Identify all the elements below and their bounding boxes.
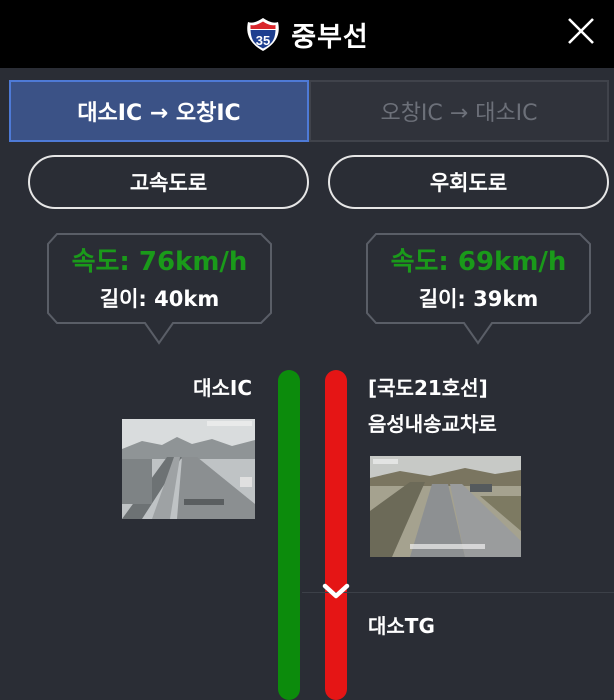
highway-button[interactable]: 고속도로	[28, 155, 309, 209]
title-group: 35 중부선	[0, 0, 614, 68]
tollgate-label: 대소TG	[368, 614, 435, 638]
highway-speed: 속도: 76km/h	[71, 247, 248, 277]
detour-info-bubble: 속도: 69km/h 길이: 39km	[366, 233, 591, 345]
highway-traffic-bar	[278, 370, 300, 700]
highway-cctv-thumbnail[interactable]	[122, 419, 255, 519]
start-ic-label: 대소IC	[193, 376, 252, 400]
detour-speed: 속도: 69km/h	[390, 247, 567, 277]
detour-point-name: 음성내송교차로	[368, 412, 497, 436]
close-icon	[568, 18, 594, 44]
cctv-image	[370, 456, 521, 557]
direction-tabs: 대소IC → 오창IC 오창IC → 대소IC	[9, 80, 609, 142]
tab-direction-reverse[interactable]: 오창IC → 대소IC	[309, 80, 609, 142]
detour-cctv-thumbnail[interactable]	[370, 456, 521, 557]
shield-route-number: 35	[256, 33, 270, 48]
cctv-image	[122, 419, 255, 519]
top-bar: 35 중부선	[0, 0, 614, 68]
highway-info-bubble: 속도: 76km/h 길이: 40km	[47, 233, 272, 345]
close-button[interactable]	[566, 16, 596, 46]
highway-length: 길이: 40km	[99, 287, 220, 311]
detour-route-name: [국도21호선]	[368, 376, 488, 400]
detour-traffic-bar	[325, 370, 347, 700]
detour-length: 길이: 39km	[418, 287, 539, 311]
chevron-down-icon[interactable]	[321, 578, 351, 606]
tab-direction-forward[interactable]: 대소IC → 오창IC	[9, 80, 309, 142]
detour-button[interactable]: 우회도로	[328, 155, 609, 209]
page-title: 중부선	[291, 21, 369, 53]
interstate-shield-icon: 35	[247, 18, 279, 51]
